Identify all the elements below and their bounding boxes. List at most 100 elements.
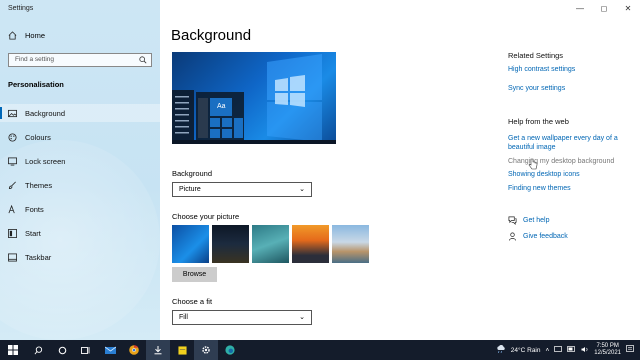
settings-app-button[interactable]: [194, 340, 218, 360]
sidebar-item-label: Background: [25, 108, 66, 118]
home-icon: [8, 31, 17, 40]
related-settings-title: Related Settings: [508, 51, 564, 60]
start-button[interactable]: [0, 340, 26, 360]
clock[interactable]: 7:50 PM 12/5/2021: [594, 343, 621, 357]
give-feedback-link[interactable]: Give feedback: [523, 233, 568, 240]
fit-value: Fill: [179, 314, 188, 321]
search-input[interactable]: Find a setting: [8, 53, 152, 67]
background-value: Picture: [179, 186, 201, 193]
get-help-row[interactable]: Get help: [508, 216, 549, 225]
palette-icon: [8, 132, 17, 142]
font-icon: [8, 204, 17, 214]
search-placeholder: Find a setting: [15, 56, 55, 63]
maximize-button[interactable]: ◻: [592, 0, 616, 16]
desktop-icons-link[interactable]: Showing desktop icons: [508, 170, 628, 179]
weather-text[interactable]: 24°C Rain: [511, 347, 541, 354]
chrome-icon: [129, 345, 139, 355]
sidebar-item-label: Themes: [25, 180, 53, 190]
volume-icon[interactable]: [581, 346, 589, 355]
choose-picture-label: Choose your picture: [172, 212, 240, 221]
mail-app-button[interactable]: [98, 340, 122, 360]
sidebar-item-label: Taskbar: [25, 252, 52, 262]
get-help-link[interactable]: Get help: [523, 217, 549, 224]
chevron-down-icon: ⌄: [299, 186, 305, 193]
help-from-web-title: Help from the web: [508, 117, 569, 126]
sync-settings-link[interactable]: Sync your settings: [508, 84, 628, 93]
sidebar-item-background[interactable]: Background: [0, 104, 160, 122]
high-contrast-link[interactable]: High contrast settings: [508, 65, 628, 74]
image-icon: [8, 109, 17, 118]
clock-date: 12/5/2021: [594, 350, 621, 356]
preview-graphic: [172, 54, 336, 144]
mail-icon: [104, 346, 116, 354]
sidebar: Settings Home Find a setting Personalisa…: [0, 0, 160, 340]
sidebar-item-label: Colours: [25, 132, 51, 142]
sticky-notes-button[interactable]: [170, 340, 194, 360]
sidebar-item-taskbar[interactable]: Taskbar: [0, 248, 160, 266]
sidebar-item-label: Lock screen: [25, 156, 66, 166]
page-title: Background: [171, 27, 252, 44]
close-button[interactable]: ✕: [616, 0, 640, 16]
new-themes-link[interactable]: Finding new themes: [508, 184, 628, 193]
picture-thumbnail[interactable]: [172, 225, 209, 263]
window-controls: — ◻ ✕: [568, 0, 640, 16]
clock-time: 7:50 PM: [596, 343, 619, 349]
hand-cursor-icon: [528, 157, 538, 170]
lock-screen-icon: [8, 156, 17, 166]
edge-app-button[interactable]: [218, 340, 242, 360]
section-title: Personalisation: [8, 80, 64, 89]
settings-app-button-alt[interactable]: [146, 340, 170, 360]
notifications-icon[interactable]: [626, 345, 634, 355]
fit-dropdown[interactable]: Fill ⌄: [172, 310, 312, 325]
sidebar-item-label: Start: [25, 228, 41, 238]
window-title: Settings: [8, 5, 34, 12]
cloud-rain-icon: [496, 344, 506, 355]
picture-thumbnail[interactable]: [292, 225, 329, 263]
windows-logo-icon: [8, 345, 18, 355]
browse-button[interactable]: Browse: [172, 267, 217, 282]
task-view-button[interactable]: [74, 340, 98, 360]
sticky-notes-icon: [177, 345, 187, 355]
chevron-up-icon[interactable]: ˄: [546, 347, 550, 354]
picture-thumbnail[interactable]: [212, 225, 249, 263]
fit-label: Choose a fit: [172, 297, 213, 306]
home-link[interactable]: Home: [8, 31, 45, 40]
sidebar-item-themes[interactable]: Themes: [0, 176, 160, 194]
taskbar-icon: [8, 252, 17, 262]
taskbar: 24°C Rain ˄ 7:50 PM 12/5/2021: [0, 340, 640, 360]
feedback-icon: [508, 232, 517, 241]
background-label: Background: [172, 169, 213, 178]
home-label: Home: [25, 31, 46, 40]
network-icon[interactable]: [554, 345, 563, 355]
search-icon: [139, 56, 147, 69]
sidebar-item-label: Fonts: [25, 204, 44, 214]
give-feedback-row[interactable]: Give feedback: [508, 232, 568, 241]
sidebar-item-fonts[interactable]: Fonts: [0, 200, 160, 218]
task-view-icon: [81, 346, 90, 354]
brush-icon: [8, 181, 17, 190]
preview-tile-text: Aa: [217, 103, 226, 110]
edge-icon: [225, 345, 235, 355]
start-icon: [8, 228, 17, 238]
background-dropdown[interactable]: Picture ⌄: [172, 182, 312, 197]
desktop-background-link[interactable]: Changing my desktop background: [508, 157, 628, 166]
chat-help-icon: [508, 216, 517, 225]
gear-icon: [202, 346, 210, 354]
desktop-preview: Aa: [172, 52, 336, 144]
chevron-down-icon: ⌄: [299, 314, 305, 321]
search-icon: [34, 345, 42, 354]
minimize-button[interactable]: —: [568, 0, 592, 16]
sidebar-item-lock-screen[interactable]: Lock screen: [0, 152, 160, 170]
sidebar-item-start[interactable]: Start: [0, 224, 160, 242]
picture-thumbnail[interactable]: [332, 225, 369, 263]
search-taskbar-button[interactable]: [26, 340, 50, 360]
wallpaper-link[interactable]: Get a new wallpaper every day of a beaut…: [508, 134, 628, 152]
picture-thumbnail[interactable]: [252, 225, 289, 263]
download-icon: [154, 346, 162, 355]
cortana-icon: [58, 346, 66, 354]
chrome-app-button[interactable]: [122, 340, 146, 360]
sidebar-item-colours[interactable]: Colours: [0, 128, 160, 146]
battery-icon[interactable]: [567, 346, 576, 354]
cortana-button[interactable]: [50, 340, 74, 360]
system-tray: 24°C Rain ˄ 7:50 PM 12/5/2021: [496, 340, 634, 360]
